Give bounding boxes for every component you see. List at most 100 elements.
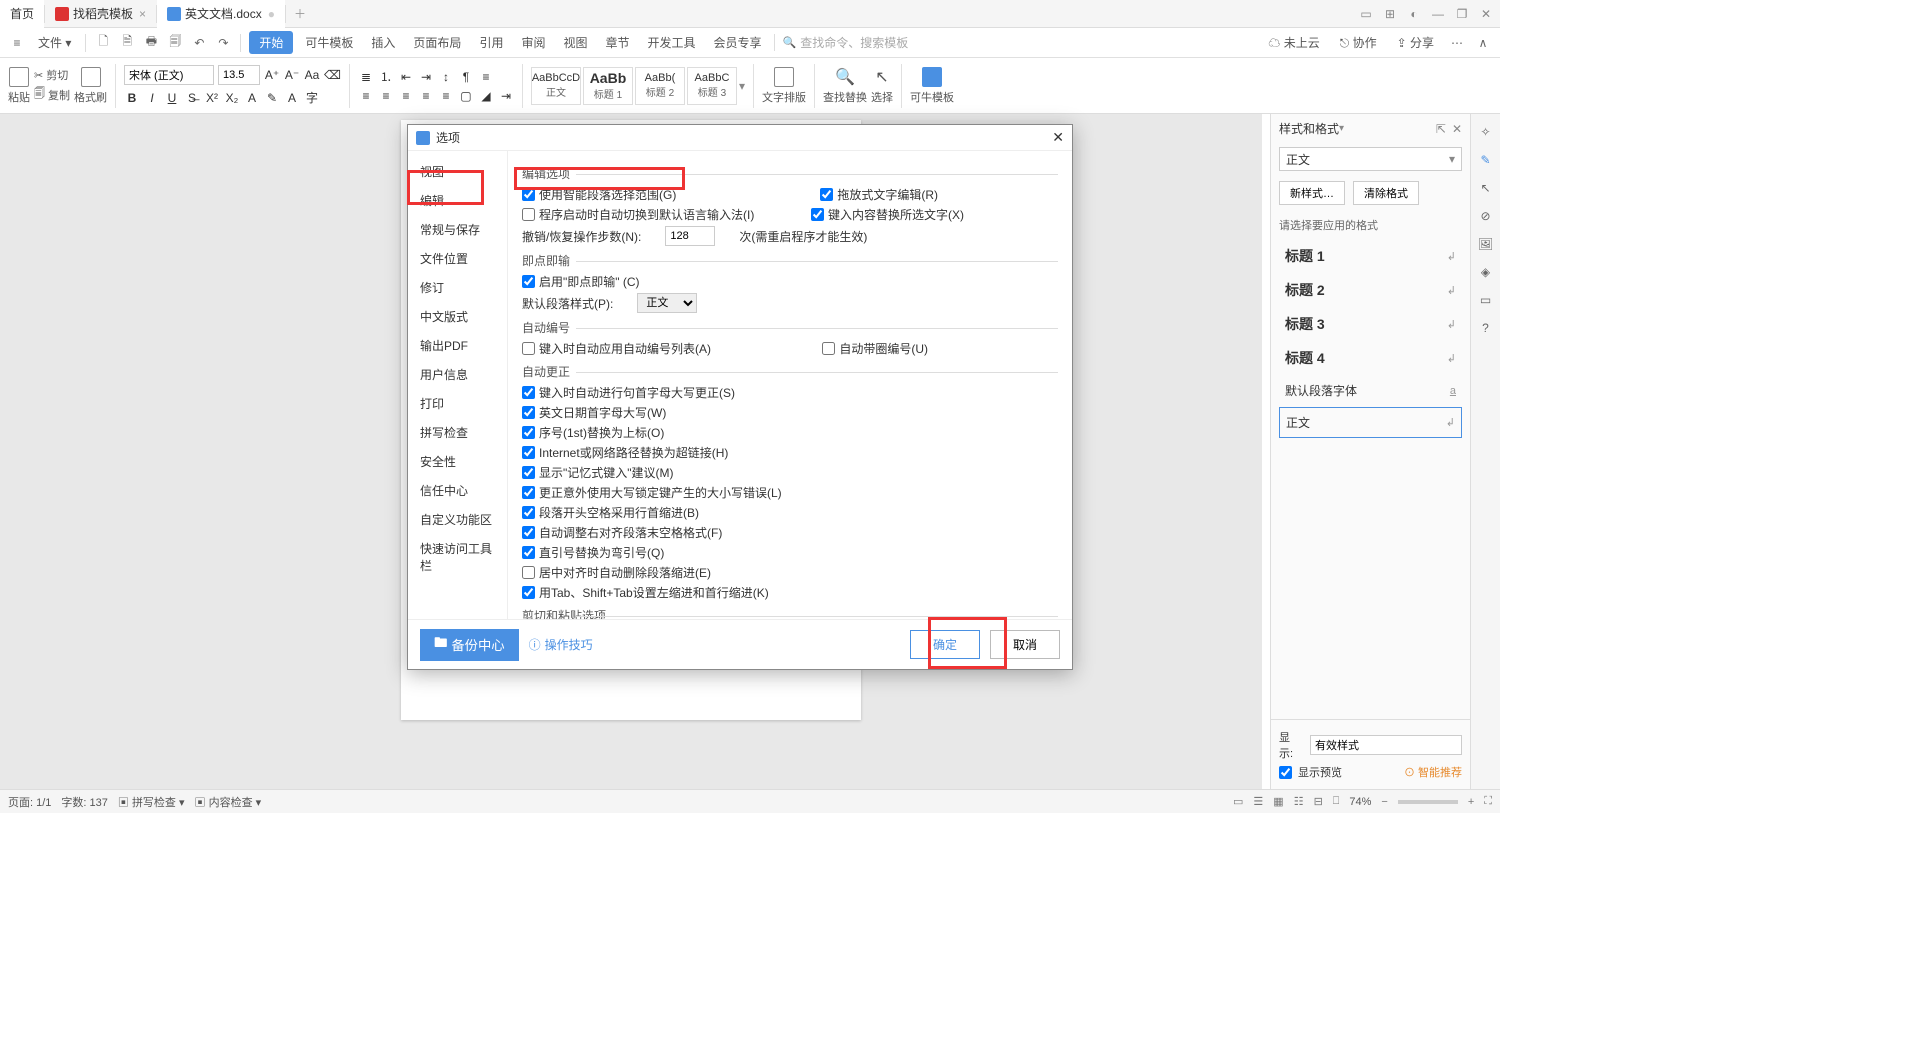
chk-ordinal-sup[interactable]: 序号(1st)替换为上标(O): [522, 424, 664, 441]
nav-revision[interactable]: 修订: [408, 273, 507, 302]
close-icon[interactable]: ×: [139, 7, 146, 21]
nav-edit[interactable]: 编辑: [408, 186, 507, 215]
clear-format-button[interactable]: 清除格式: [1353, 181, 1419, 205]
align-center-button[interactable]: ≡: [378, 89, 394, 103]
tab-reference[interactable]: 引用: [473, 32, 509, 53]
nav-user-info[interactable]: 用户信息: [408, 360, 507, 389]
fit-width-icon[interactable]: ⊟: [1314, 795, 1323, 808]
text-arrange-button[interactable]: 文字排版: [762, 67, 806, 105]
increase-font-icon[interactable]: A⁺: [264, 68, 280, 82]
show-marks-button[interactable]: ¶: [458, 70, 474, 84]
font-color-button[interactable]: A: [244, 91, 260, 105]
paste-button[interactable]: 粘贴: [8, 67, 30, 105]
underline-button[interactable]: U: [164, 91, 180, 105]
bullets-button[interactable]: ≣: [358, 70, 374, 84]
style-item-default-font[interactable]: 默认段落字体a: [1279, 376, 1462, 405]
hamburger-icon[interactable]: ≡: [8, 34, 26, 52]
collab-button[interactable]: ⎋ 协作: [1334, 32, 1383, 53]
nav-customize-ribbon[interactable]: 自定义功能区: [408, 505, 507, 534]
align-left-button[interactable]: ≡: [358, 89, 374, 103]
nav-security[interactable]: 安全性: [408, 447, 507, 476]
tabs-button[interactable]: ⇥: [498, 89, 514, 103]
decrease-font-icon[interactable]: A⁻: [284, 68, 300, 82]
change-case-icon[interactable]: Aa: [304, 68, 320, 82]
new-tab-button[interactable]: ＋: [286, 5, 314, 22]
new-style-button[interactable]: 新样式…: [1279, 181, 1345, 205]
tab-view[interactable]: 视图: [557, 32, 593, 53]
style-item-h4[interactable]: 标题 4↲: [1279, 342, 1462, 374]
copy-button[interactable]: 🗐 复制: [34, 85, 70, 104]
phonetic-icon[interactable]: 字: [304, 89, 320, 106]
user-icon[interactable]: ◐: [1404, 7, 1424, 21]
tab-start[interactable]: 开始: [249, 31, 293, 54]
close-icon[interactable]: ●: [268, 7, 275, 21]
chk-memory-input[interactable]: 显示"记忆式键入"建议(M): [522, 464, 674, 481]
zoom-fit-icon[interactable]: ⎕: [1333, 795, 1340, 808]
print-icon[interactable]: 🖶: [142, 34, 160, 52]
undo-steps-input[interactable]: [665, 226, 715, 246]
minimize-icon[interactable]: —: [1428, 7, 1448, 21]
help-icon[interactable]: ?: [1476, 318, 1496, 338]
tab-page-layout[interactable]: 页面布局: [407, 32, 467, 53]
distributed-button[interactable]: ≡: [438, 89, 454, 103]
preview-checkbox[interactable]: [1279, 766, 1292, 779]
cancel-button[interactable]: 取消: [990, 630, 1060, 659]
zoom-in-icon[interactable]: +: [1468, 796, 1474, 808]
nav-file-location[interactable]: 文件位置: [408, 244, 507, 273]
chk-auto-switch-ime[interactable]: 程序启动时自动切换到默认语言输入法(I): [522, 206, 754, 223]
increase-indent-button[interactable]: ⇥: [418, 70, 434, 84]
view-mode-icon[interactable]: ▭: [1233, 795, 1243, 808]
chk-cap-first[interactable]: 键入时自动进行句首字母大写更正(S): [522, 384, 735, 401]
styles-icon[interactable]: ✎: [1476, 150, 1496, 170]
redo-icon[interactable]: ↷: [214, 34, 232, 52]
save-as-icon[interactable]: 🗎: [118, 34, 136, 52]
more-icon[interactable]: ⋯: [1448, 34, 1466, 52]
screen-icon[interactable]: ▭: [1476, 290, 1496, 310]
style-h3[interactable]: AaBbC标题 3: [687, 67, 737, 105]
close-panel-icon[interactable]: ✕: [1452, 122, 1462, 136]
command-search[interactable]: 查找命令、搜索模板: [774, 34, 909, 51]
style-item-h3[interactable]: 标题 3↲: [1279, 308, 1462, 340]
assistant-icon[interactable]: ✧: [1476, 122, 1496, 142]
cut-button[interactable]: ✂ 剪切: [34, 67, 70, 83]
format-painter-button[interactable]: 格式刷: [74, 67, 107, 105]
align-justify-button[interactable]: ≡: [418, 89, 434, 103]
clear-format-icon[interactable]: ⌫: [324, 68, 341, 82]
subscript-button[interactable]: X₂: [224, 91, 240, 105]
bold-button[interactable]: B: [124, 91, 140, 105]
tab-home[interactable]: 首页: [0, 0, 44, 28]
chk-eng-date-cap[interactable]: 英文日期首字母大写(W): [522, 404, 666, 421]
tab-dev[interactable]: 开发工具: [642, 32, 702, 53]
find-replace-button[interactable]: 🔍查找替换: [823, 67, 867, 105]
web-layout-icon[interactable]: ▦: [1273, 795, 1283, 808]
zoom-slider[interactable]: [1398, 800, 1458, 804]
tab-insert[interactable]: 插入: [365, 32, 401, 53]
tab-docer[interactable]: 可牛模板: [299, 32, 359, 53]
chk-tab-indent[interactable]: 用Tab、Shift+Tab设置左缩进和首行缩进(K): [522, 584, 769, 601]
chk-type-replace[interactable]: 键入内容替换所选文字(X): [811, 206, 964, 223]
backup-center-button[interactable]: 🖿 备份中心: [420, 629, 519, 661]
ok-button[interactable]: 确定: [910, 630, 980, 659]
font-name-select[interactable]: [124, 65, 214, 85]
char-border-icon[interactable]: A: [284, 91, 300, 105]
style-body[interactable]: AaBbCcD正文: [531, 67, 581, 105]
tab-docer-templates[interactable]: 找稻壳模板×: [45, 0, 156, 28]
shape-icon[interactable]: ◈: [1476, 262, 1496, 282]
nav-spell-check[interactable]: 拼写检查: [408, 418, 507, 447]
spell-check-toggle[interactable]: ▣ 拼写检查 ▾: [118, 794, 185, 810]
current-style-select[interactable]: 正文▾: [1279, 147, 1462, 171]
restore-icon[interactable]: ❐: [1452, 7, 1472, 21]
docer-template-button[interactable]: 可牛模板: [910, 67, 954, 105]
chk-url-hyperlink[interactable]: Internet或网络路径替换为超链接(H): [522, 444, 728, 461]
chk-para-first-indent[interactable]: 段落开头空格采用行首缩进(B): [522, 504, 699, 521]
superscript-button[interactable]: X²: [204, 91, 220, 105]
show-select[interactable]: [1310, 735, 1462, 755]
print-preview-icon[interactable]: 🗐: [166, 34, 184, 52]
font-size-select[interactable]: [218, 65, 260, 85]
sort-button[interactable]: ↕: [438, 70, 454, 84]
italic-button[interactable]: I: [144, 91, 160, 105]
fullscreen-icon[interactable]: ⛶: [1484, 795, 1492, 808]
chk-adjust-right-space[interactable]: 自动调整右对齐段落末空格格式(F): [522, 524, 722, 541]
word-count[interactable]: 字数: 137: [61, 794, 107, 810]
zoom-level[interactable]: 74%: [1349, 796, 1371, 808]
